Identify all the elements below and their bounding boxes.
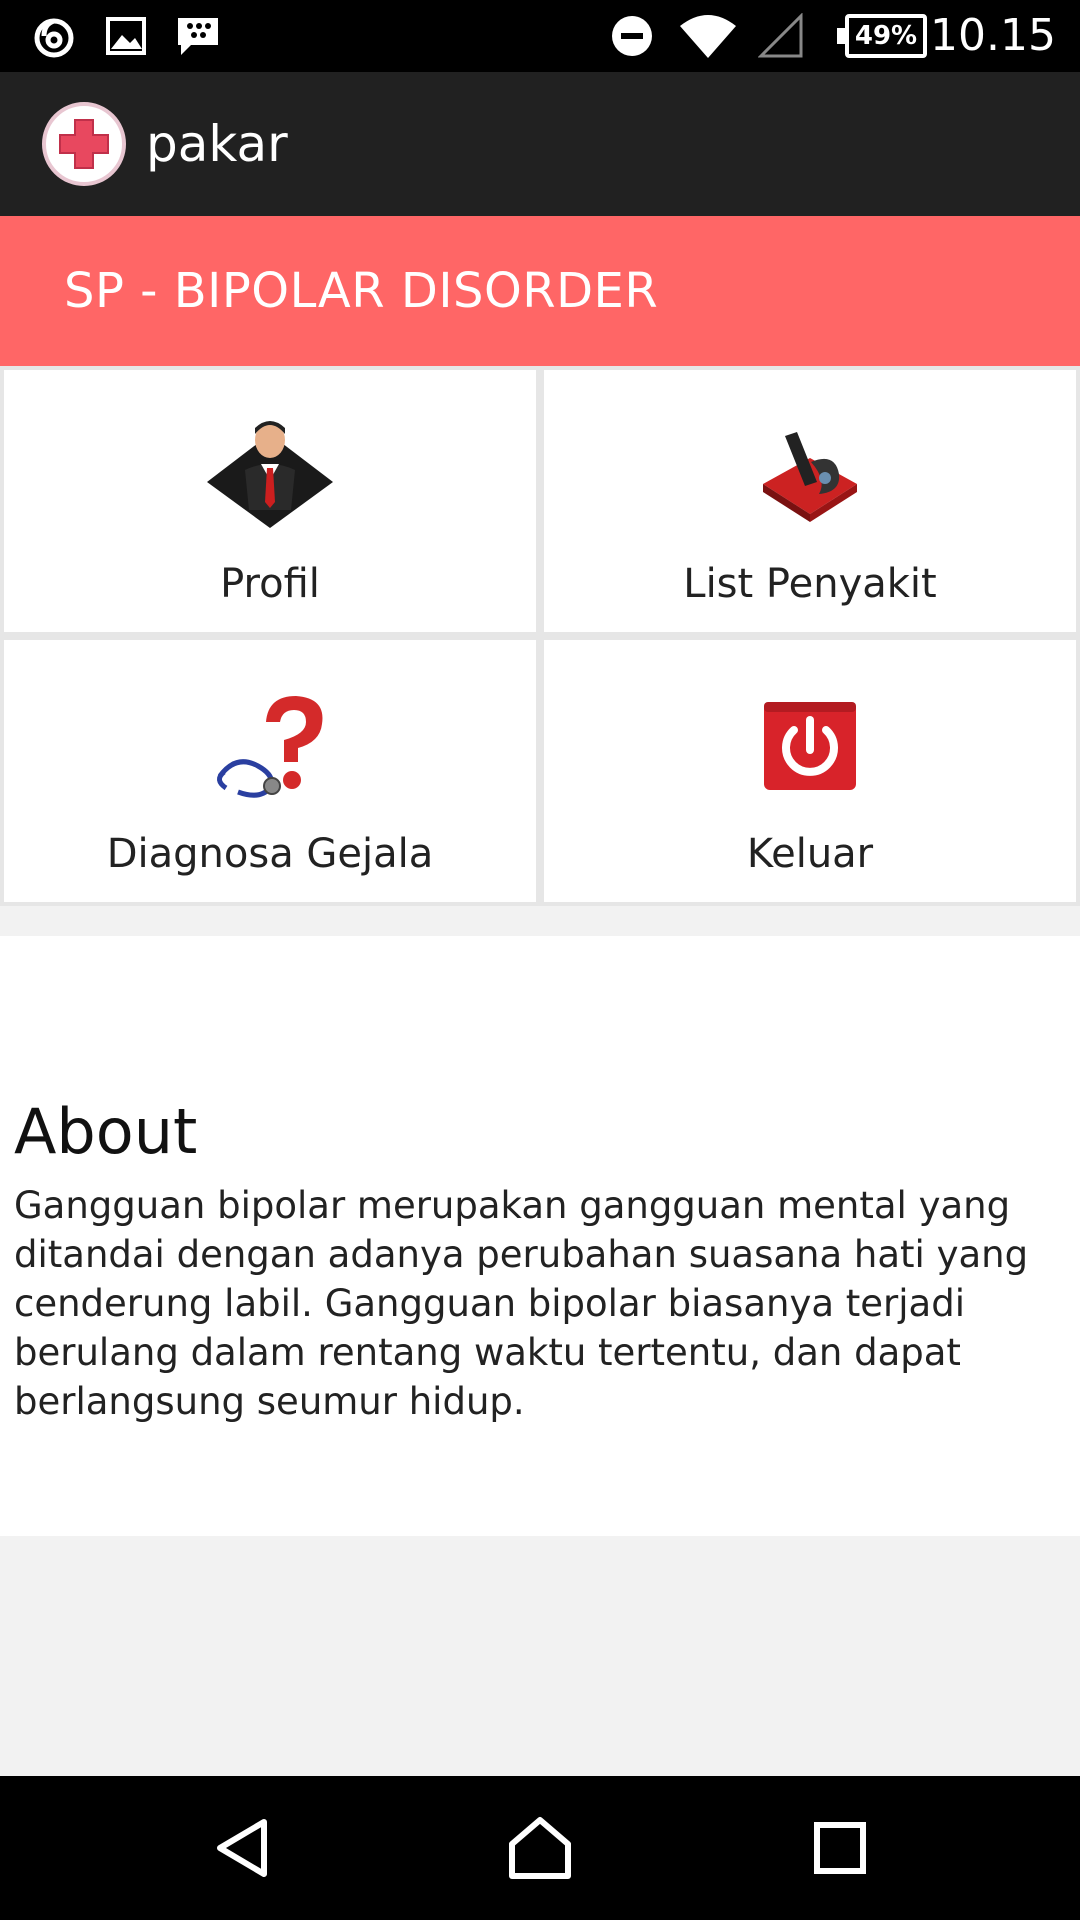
menu-item-label: Profil [220, 561, 320, 607]
checklist-icon [755, 422, 865, 532]
app-title: pakar [146, 115, 288, 173]
menu-item-label: Diagnosa Gejala [106, 831, 434, 877]
image-icon [104, 12, 148, 60]
about-title: About [14, 1095, 198, 1168]
header-band: SP - BIPOLAR DISORDER [0, 216, 1080, 366]
recents-icon[interactable] [800, 1808, 880, 1888]
wifi-icon [676, 12, 740, 60]
menu-item-keluar[interactable]: Keluar [544, 640, 1076, 902]
about-text: Gangguan bipolar merupakan gangguan ment… [14, 1184, 1029, 1423]
home-icon[interactable] [500, 1808, 580, 1888]
menu-grid: Profil List Penyakit Diagnosa Gejala Kel… [0, 366, 1080, 906]
red-cross-icon [42, 102, 126, 186]
signal-icon [756, 12, 806, 60]
stethoscope-question-icon [210, 692, 330, 802]
menu-item-label: List Penyakit [683, 561, 937, 607]
page-title: SP - BIPOLAR DISORDER [64, 263, 659, 319]
vodafone-icon [30, 12, 78, 60]
dnd-icon [610, 12, 654, 60]
menu-item-diagnosa-gejala[interactable]: Diagnosa Gejala [4, 640, 536, 902]
menu-item-list-penyakit[interactable]: List Penyakit [544, 370, 1076, 632]
battery-icon: 49% [837, 14, 927, 58]
clock: 10.15 [930, 10, 1056, 61]
businessman-icon [205, 410, 335, 540]
battery-level: 49% [854, 21, 918, 51]
menu-item-label: Keluar [746, 831, 874, 877]
action-bar: pakar [0, 72, 1080, 216]
menu-item-profil[interactable]: Profil [4, 370, 536, 632]
bbm-icon [174, 12, 222, 60]
status-bar: 49% 10.15 [0, 0, 1080, 72]
power-icon [760, 696, 860, 796]
navigation-bar [0, 1776, 1080, 1920]
back-icon[interactable] [202, 1808, 282, 1888]
about-section: About Gangguan bipolar merupakan ganggua… [0, 936, 1080, 1536]
